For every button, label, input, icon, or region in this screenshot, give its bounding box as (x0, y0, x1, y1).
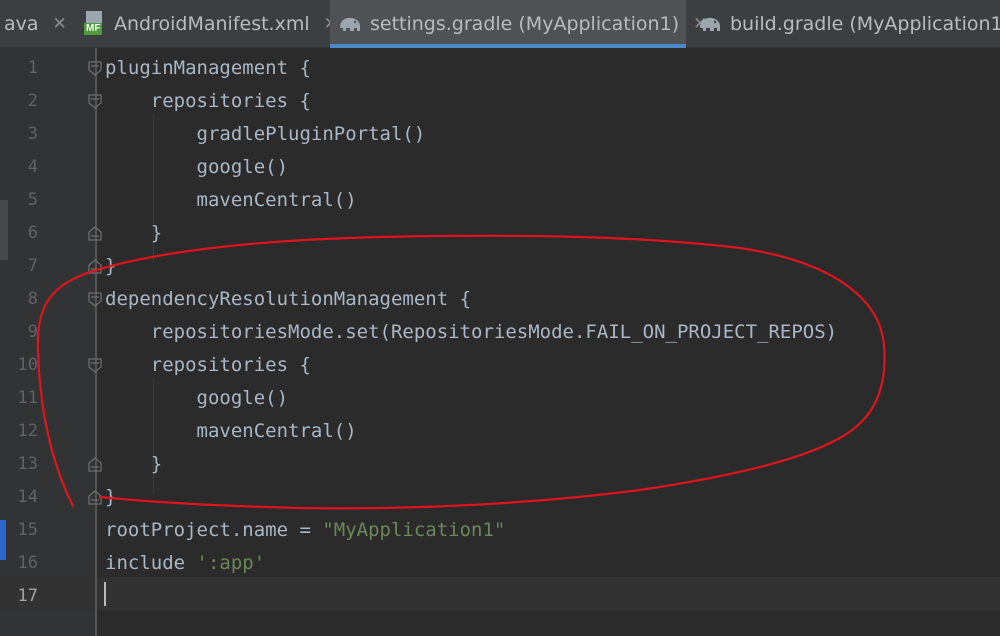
code-line: mavenCentral() (105, 420, 357, 442)
code-editor[interactable]: pluginManagement { repositories { gradle… (97, 48, 1000, 636)
code-line: } (105, 255, 117, 277)
code-token: rootProject.name = (105, 519, 323, 541)
tab-build-gradle[interactable]: build.gradle (MyApplication1) (690, 0, 1000, 48)
code-line: } (105, 453, 163, 475)
string-literal: "MyApplication1" (322, 519, 506, 541)
text-caret (104, 582, 106, 606)
tab-label: build.gradle (MyApplication1) (730, 13, 1000, 35)
code-line: google() (105, 156, 289, 178)
code-line: } (105, 222, 163, 244)
code-line: rootProject.name = "MyApplication1" (105, 514, 505, 547)
gradle-elephant-icon (338, 15, 362, 33)
code-line: repositories { (105, 354, 311, 376)
tab-settings-gradle[interactable]: settings.gradle (MyApplication1) ✕ (330, 0, 707, 48)
tab-label: settings.gradle (MyApplication1) (370, 13, 680, 35)
code-line: pluginManagement { (105, 57, 311, 79)
editor-tab-bar: ava ✕ MF AndroidManifest.xml ✕ settings.… (0, 0, 1000, 48)
code-line: include ':app' (105, 547, 265, 580)
code-line: google() (105, 387, 289, 409)
code-line: gradlePluginPortal() (105, 123, 426, 145)
code-line: dependencyResolutionManagement { (105, 288, 472, 310)
code-line: } (105, 486, 117, 508)
current-line-highlight (97, 577, 1000, 610)
string-literal: ':app' (196, 552, 266, 574)
gradle-elephant-icon (698, 15, 722, 33)
code-line: mavenCentral() (105, 189, 357, 211)
code-line: repositoriesMode.set(RepositoriesMode.FA… (105, 321, 838, 343)
tab-label: AndroidManifest.xml (114, 13, 310, 35)
code-token: include (105, 552, 197, 574)
code-line: repositories { (105, 90, 311, 112)
